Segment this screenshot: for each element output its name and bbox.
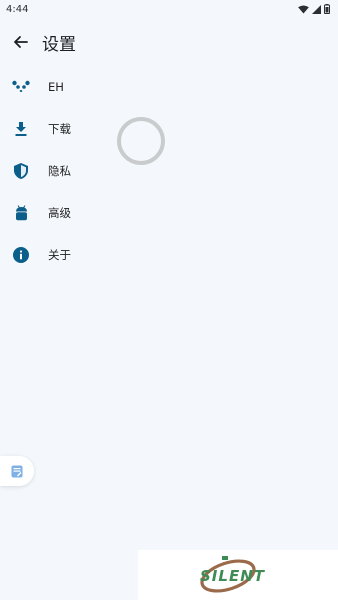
shield-icon [0,150,42,192]
info-icon [0,234,42,276]
note-icon [11,465,23,477]
status-time: 4:44 [6,3,29,15]
android-icon [0,192,42,234]
watermark-text: SILENT [200,567,265,585]
settings-item-download[interactable]: 下载 [0,108,338,150]
settings-item-label: 下载 [48,122,71,136]
settings-item-privacy[interactable]: 隐私 [0,150,338,192]
wifi-icon [298,4,309,14]
settings-item-about[interactable]: 关于 [0,234,338,276]
page-title: 设置 [42,34,76,55]
settings-item-label: 关于 [48,248,71,262]
status-bar: 4:44 [0,0,338,18]
status-icons [298,4,330,14]
settings-item-label: 高级 [48,206,71,220]
signal-icon [312,4,321,14]
settings-item-label: EH [48,80,64,94]
battery-icon [324,4,330,14]
settings-screen: 4:44 设置 EH 下载 隐私 高级 关于 SILENT [0,0,338,600]
floating-edge-tab[interactable] [0,456,34,486]
settings-list: EH 下载 隐私 高级 关于 [0,66,338,276]
loading-spinner [117,117,165,165]
settings-item-eh[interactable]: EH [0,66,338,108]
settings-item-label: 隐私 [48,164,71,178]
arrow-back-icon [14,36,28,48]
app-bar: 设置 [0,22,338,62]
download-icon [0,108,42,150]
back-button[interactable] [0,22,40,62]
settings-item-advanced[interactable]: 高级 [0,192,338,234]
watermark: SILENT [138,550,338,600]
panda-icon [0,66,42,108]
